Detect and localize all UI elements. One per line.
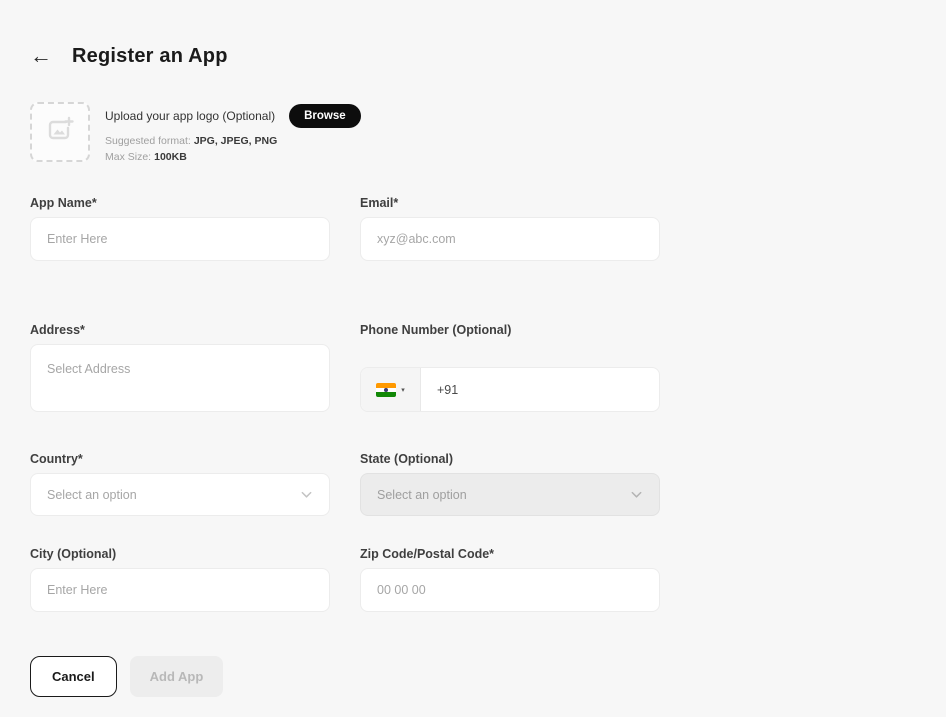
max-size-label: Max Size: bbox=[105, 151, 151, 163]
app-name-input[interactable] bbox=[30, 217, 330, 261]
upload-info: Upload your app logo (Optional) Browse S… bbox=[105, 102, 361, 163]
country-select[interactable]: Select an option bbox=[30, 473, 330, 516]
max-size-line: Max Size:100KB bbox=[105, 151, 361, 163]
address-input[interactable] bbox=[30, 344, 330, 412]
max-size-value: 100KB bbox=[154, 151, 187, 163]
page-title: Register an App bbox=[72, 45, 228, 68]
back-button[interactable]: ← bbox=[30, 43, 60, 69]
chevron-down-icon bbox=[300, 488, 313, 501]
form-actions: Cancel Add App bbox=[30, 656, 690, 697]
chevron-down-icon bbox=[630, 488, 643, 501]
caret-down-icon: ▾ bbox=[401, 386, 405, 394]
state-field-group: State (Optional) Select an option bbox=[360, 452, 660, 516]
state-select: Select an option bbox=[360, 473, 660, 516]
cancel-button[interactable]: Cancel bbox=[30, 656, 117, 697]
suggested-format-line: Suggested format:JPG, JPEG, PNG bbox=[105, 135, 361, 147]
form-row-4: City (Optional) Zip Code/Postal Code* bbox=[30, 547, 690, 612]
logo-dropzone[interactable] bbox=[30, 102, 90, 162]
city-input[interactable] bbox=[30, 568, 330, 612]
form-row-1: App Name* Email* bbox=[30, 196, 690, 261]
email-label: Email* bbox=[360, 196, 660, 210]
city-field-group: City (Optional) bbox=[30, 547, 330, 612]
register-app-page: ← Register an App Upload your app logo (… bbox=[0, 0, 690, 697]
email-field-group: Email* bbox=[360, 196, 660, 261]
zip-field-group: Zip Code/Postal Code* bbox=[360, 547, 660, 612]
country-field-group: Country* Select an option bbox=[30, 452, 330, 516]
email-input[interactable] bbox=[360, 217, 660, 261]
suggested-format-label: Suggested format: bbox=[105, 135, 191, 147]
form-row-3: Country* Select an option State (Optiona… bbox=[30, 452, 690, 516]
form-row-2: Address* Phone Number (Optional) ▾ bbox=[30, 323, 690, 412]
phone-field-group: Phone Number (Optional) ▾ bbox=[360, 323, 660, 412]
arrow-left-icon: ← bbox=[30, 43, 52, 68]
suggested-format-value: JPG, JPEG, PNG bbox=[194, 135, 277, 147]
city-label: City (Optional) bbox=[30, 547, 330, 561]
state-select-value: Select an option bbox=[377, 488, 467, 502]
add-app-button[interactable]: Add App bbox=[130, 656, 224, 697]
address-label: Address* bbox=[30, 323, 330, 337]
country-label: Country* bbox=[30, 452, 330, 466]
image-plus-icon bbox=[44, 114, 76, 151]
state-label: State (Optional) bbox=[360, 452, 660, 466]
country-select-value: Select an option bbox=[47, 488, 137, 502]
phone-input[interactable] bbox=[421, 368, 659, 411]
zip-input[interactable] bbox=[360, 568, 660, 612]
upload-logo-section: Upload your app logo (Optional) Browse S… bbox=[30, 102, 690, 163]
phone-label: Phone Number (Optional) bbox=[360, 323, 660, 337]
browse-button[interactable]: Browse bbox=[289, 104, 361, 128]
zip-label: Zip Code/Postal Code* bbox=[360, 547, 660, 561]
app-name-label: App Name* bbox=[30, 196, 330, 210]
country-code-selector[interactable]: ▾ bbox=[361, 368, 421, 411]
page-header: ← Register an App bbox=[30, 43, 690, 69]
address-field-group: Address* bbox=[30, 323, 330, 412]
upload-logo-label: Upload your app logo (Optional) bbox=[105, 109, 275, 123]
phone-control: ▾ bbox=[360, 367, 660, 412]
app-name-field-group: App Name* bbox=[30, 196, 330, 261]
india-flag-icon bbox=[376, 383, 396, 397]
